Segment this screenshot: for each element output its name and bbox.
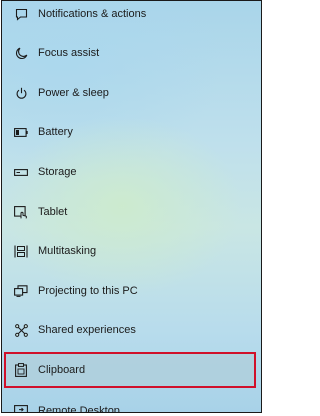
nav-item-multitasking[interactable]: Multitasking: [4, 232, 256, 270]
nav-item-notifications-actions[interactable]: Notifications & actions: [4, 1, 256, 33]
nav-item-label: Storage: [38, 166, 77, 178]
nav-item-label: Clipboard: [38, 364, 86, 376]
nav-item-label: Tablet: [38, 206, 68, 218]
nav-item-label: Power & sleep: [38, 87, 109, 99]
power-icon: [4, 87, 38, 100]
battery-icon: [4, 127, 38, 137]
nav-item-remote-desktop[interactable]: Remote Desktop: [4, 392, 256, 413]
settings-nav-panel: Notifications & actions Focus assist Pow…: [1, 0, 262, 413]
projecting-icon: [4, 285, 38, 297]
clipboard-icon: [4, 363, 38, 377]
nav-item-label: Shared experiences: [38, 324, 136, 336]
shared-experiences-icon: [4, 323, 38, 337]
nav-item-battery[interactable]: Battery: [4, 113, 256, 151]
nav-item-label: Notifications & actions: [38, 8, 147, 20]
notifications-icon: [4, 8, 38, 21]
nav-item-shared-experiences[interactable]: Shared experiences: [4, 311, 256, 349]
nav-item-projecting[interactable]: Projecting to this PC: [4, 272, 256, 310]
nav-item-clipboard[interactable]: Clipboard: [4, 352, 256, 388]
nav-item-label: Multitasking: [38, 245, 97, 257]
nav-item-label: Projecting to this PC: [38, 285, 138, 297]
nav-item-storage[interactable]: Storage: [4, 153, 256, 191]
nav-item-tablet[interactable]: Tablet: [4, 193, 256, 231]
moon-icon: [4, 47, 38, 60]
remote-desktop-icon: [4, 405, 38, 412]
nav-item-focus-assist[interactable]: Focus assist: [4, 34, 256, 72]
nav-item-label: Focus assist: [38, 47, 100, 59]
nav-item-label: Remote Desktop: [38, 405, 120, 413]
storage-icon: [4, 168, 38, 176]
nav-item-label: Battery: [38, 126, 73, 138]
tablet-icon: [4, 205, 38, 219]
nav-item-power-sleep[interactable]: Power & sleep: [4, 74, 256, 112]
multitasking-icon: [4, 245, 38, 258]
